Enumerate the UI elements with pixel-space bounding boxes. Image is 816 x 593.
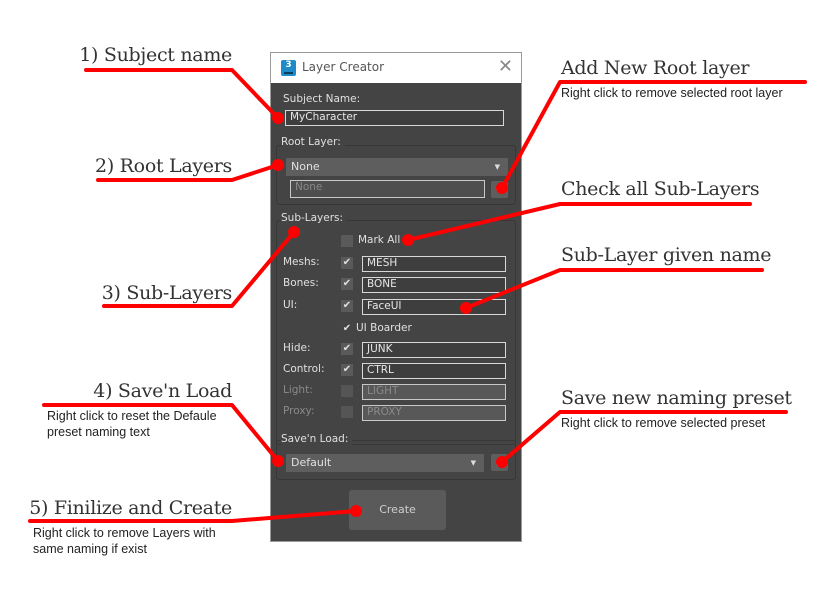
sublayer-label-bones: Bones: — [283, 277, 319, 289]
sublayer-input-hide[interactable]: JUNK — [362, 342, 506, 358]
annotation-save-preset-note: Right click to remove selected preset — [561, 416, 766, 430]
sublayer-input-proxy[interactable]: PROXY — [362, 405, 506, 421]
sublayer-checkbox-light[interactable] — [341, 385, 353, 397]
sublayer-label-hide: Hide: — [283, 342, 311, 354]
sublayer-input-control[interactable]: CTRL — [362, 363, 506, 379]
title-bar[interactable]: 3 Layer Creator ✕ — [271, 53, 521, 83]
add-root-layer-button[interactable]: + — [491, 181, 508, 198]
sublayer-checkbox-proxy[interactable] — [341, 406, 353, 418]
annotation-mark-all: Check all Sub-Layers — [561, 178, 760, 200]
sublayer-input-bones[interactable]: BONE — [362, 277, 506, 293]
annotation-save-preset: Save new naming preset — [561, 387, 792, 409]
annotation-save-load-note: Right click to reset the Defaule preset … — [47, 409, 217, 439]
sublayer-input-meshs[interactable]: MESH — [362, 256, 506, 272]
close-icon[interactable]: ✕ — [498, 57, 513, 77]
chevron-down-icon: ▼ — [494, 163, 500, 171]
save-load-group-title: Save'n Load: — [281, 433, 353, 445]
subject-name-input[interactable]: MyCharacter — [285, 110, 504, 126]
sub-layers-group-title: Sub-Layers: — [281, 212, 348, 224]
sublayer-checkbox-bones[interactable]: ✔ — [341, 278, 353, 290]
create-button[interactable]: Create — [349, 490, 446, 530]
annotation-create: 5) Finilize and Create — [29, 497, 232, 519]
sublayer-label-ui: UI: — [283, 299, 298, 311]
sublayer-input-ui[interactable]: FaceUI — [362, 299, 506, 315]
ui-border-checkbox[interactable]: ✔ — [341, 323, 353, 335]
mark-all-checkbox[interactable] — [341, 235, 353, 247]
ui-border-label: UI Boarder — [356, 322, 412, 334]
layer-creator-dialog: 3 Layer Creator ✕ Subject Name: MyCharac… — [270, 52, 522, 542]
sublayer-label-proxy: Proxy: — [283, 405, 315, 417]
mark-all-label: Mark All — [358, 234, 401, 246]
root-layer-dropdown[interactable]: None ▼ — [286, 158, 508, 176]
preset-dropdown[interactable]: Default ▼ — [286, 454, 484, 472]
root-layer-selected: None — [291, 160, 320, 173]
sublayer-checkbox-control[interactable]: ✔ — [341, 364, 353, 376]
root-layer-group-title: Root Layer: — [281, 136, 345, 148]
subject-name-label: Subject Name: — [283, 93, 361, 105]
annotation-add-root: Add New Root layer — [561, 57, 750, 79]
annotation-sublayer-name: Sub-Layer given name — [561, 244, 772, 266]
annotation-add-root-note: Right click to remove selected root laye… — [561, 86, 783, 100]
new-root-layer-input[interactable]: None — [290, 180, 485, 198]
annotation-subject-name: 1) Subject name — [79, 44, 232, 66]
dialog-title: Layer Creator — [302, 60, 385, 74]
save-preset-button[interactable]: S — [491, 454, 508, 471]
annotation-create-note: Right click to remove Layers with same n… — [33, 526, 216, 556]
sublayer-label-light: Light: — [283, 384, 313, 396]
sublayer-label-meshs: Meshs: — [283, 256, 320, 268]
annotation-root-layers: 2) Root Layers — [95, 155, 232, 177]
annotation-save-load: 4) Save'n Load — [93, 380, 232, 402]
app-icon: 3 — [281, 60, 296, 76]
sublayer-checkbox-meshs[interactable]: ✔ — [341, 257, 353, 269]
sublayer-label-control: Control: — [283, 363, 325, 375]
sublayer-input-light[interactable]: LIGHT — [362, 384, 506, 400]
sublayer-checkbox-hide[interactable]: ✔ — [341, 343, 353, 355]
preset-selected: Default — [291, 456, 332, 469]
sublayer-checkbox-ui[interactable]: ✔ — [341, 300, 353, 312]
callout-line-subject-name — [84, 68, 280, 120]
annotation-sub-layers: 3) Sub-Layers — [101, 282, 233, 304]
chevron-down-icon: ▼ — [470, 459, 476, 467]
